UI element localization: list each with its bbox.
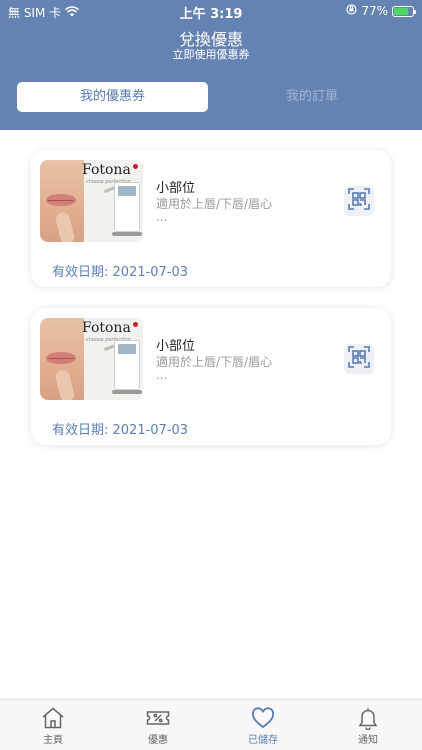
bottom-tab-bar: 主頁 優惠 已儲存 通知 <box>0 699 422 750</box>
coupon-card[interactable]: Fotona choose perfection 小部位 適用於上唇/下唇/眉心… <box>31 150 391 287</box>
tabbar-item-saved[interactable]: 已儲存 <box>233 706 293 746</box>
coupon-validity: 有效日期: 2021-07-03 <box>52 423 189 438</box>
tabbar-item-offers[interactable]: 優惠 <box>128 706 188 746</box>
tabbar-item-home[interactable]: 主頁 <box>23 706 83 746</box>
thumbnail-brand: Fotona <box>82 162 131 178</box>
coupon-title: 小部位 <box>156 181 196 196</box>
bell-icon <box>356 706 380 731</box>
segment-tabs: 我的優惠券 我的訂單 <box>17 82 407 112</box>
coupon-thumbnail: Fotona choose perfection <box>40 318 143 400</box>
coupon-title: 小部位 <box>156 339 196 354</box>
tabbar-item-notifications[interactable]: 通知 <box>338 706 398 746</box>
coupon-card[interactable]: Fotona choose perfection 小部位 適用於上唇/下唇/眉心… <box>31 308 391 445</box>
battery-icon <box>392 5 416 17</box>
coupon-thumbnail: Fotona choose perfection <box>40 160 143 242</box>
tabbar-label-offers: 優惠 <box>148 735 168 746</box>
header: 無 SIM 卡 上午 3:19 77% 兌換優惠 立即使用優惠券 我的優惠券 我… <box>0 0 422 130</box>
orientation-lock-icon <box>346 4 357 18</box>
home-icon <box>41 706 65 730</box>
thumbnail-brand: Fotona <box>82 320 131 336</box>
coupon-icon <box>146 706 170 730</box>
coupon-validity: 有效日期: 2021-07-03 <box>52 265 189 280</box>
battery-percent: 77% <box>361 4 388 18</box>
tabbar-label-saved: 已儲存 <box>248 735 278 746</box>
tab-my-orders[interactable]: 我的訂單 <box>217 82 407 112</box>
coupon-description-more: ... <box>156 210 168 224</box>
tabbar-label-notifications: 通知 <box>358 735 378 746</box>
page-subtitle: 立即使用優惠券 <box>172 48 250 61</box>
heart-icon <box>251 706 275 730</box>
coupon-description: 適用於上唇/下唇/眉心 <box>156 197 273 211</box>
qr-code-icon <box>348 346 370 372</box>
tabbar-label-home: 主頁 <box>43 735 63 746</box>
coupon-description: 適用於上唇/下唇/眉心 <box>156 355 273 369</box>
qr-code-button[interactable] <box>344 186 374 216</box>
coupon-description-more: ... <box>156 368 168 382</box>
status-bar: 無 SIM 卡 上午 3:19 77% <box>0 0 422 22</box>
tab-my-coupons[interactable]: 我的優惠券 <box>17 82 208 112</box>
qr-code-button[interactable] <box>344 344 374 374</box>
qr-code-icon <box>348 188 370 214</box>
